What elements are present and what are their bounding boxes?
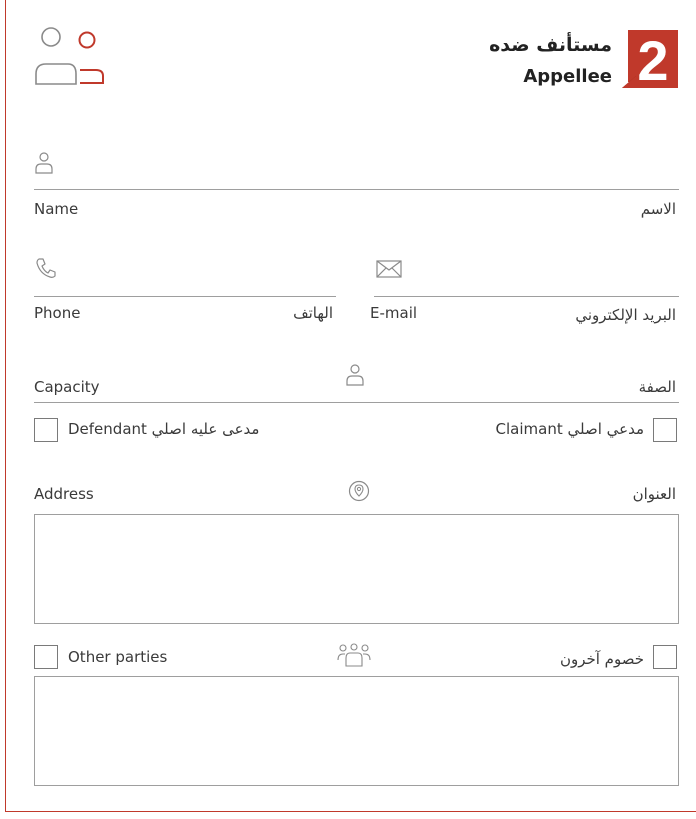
capacity-label-ar: الصفة bbox=[638, 378, 676, 396]
other-parties-checkbox-en[interactable] bbox=[34, 645, 58, 669]
person-icon bbox=[35, 152, 53, 174]
claimant-label: مدعي اصلي Claimant bbox=[495, 420, 644, 438]
section-title-ar: مستأنف ضده bbox=[489, 34, 612, 56]
name-label-ar: الاسم bbox=[640, 200, 676, 218]
name-label-en: Name bbox=[34, 200, 79, 218]
other-parties-label-ar: خصوم آخرون bbox=[559, 650, 644, 668]
defendant-checkbox[interactable] bbox=[34, 418, 58, 442]
envelope-icon bbox=[376, 260, 402, 278]
other-parties-textarea[interactable] bbox=[34, 676, 679, 786]
capacity-field-line[interactable] bbox=[34, 402, 679, 403]
capacity-person-icon bbox=[346, 364, 364, 386]
section-title-en: Appellee bbox=[523, 66, 612, 87]
section-number-badge: 2 bbox=[622, 30, 678, 88]
email-label-ar: البريد الإلكتروني bbox=[575, 306, 676, 324]
address-label-en: Address bbox=[34, 485, 94, 503]
phone-field-line[interactable] bbox=[34, 296, 336, 297]
email-field-line[interactable] bbox=[374, 296, 679, 297]
phone-label-en: Phone bbox=[34, 304, 81, 322]
other-parties-checkbox-ar[interactable] bbox=[653, 645, 677, 669]
phone-label-ar: الهاتف bbox=[293, 304, 333, 322]
parties-icon bbox=[34, 26, 108, 88]
defendant-label: مدعى عليه اصلي Defendant bbox=[68, 420, 260, 438]
location-pin-icon bbox=[348, 480, 370, 502]
group-icon bbox=[337, 643, 371, 667]
address-textarea[interactable] bbox=[34, 514, 679, 624]
section-number: 2 bbox=[637, 30, 668, 88]
address-label-ar: العنوان bbox=[632, 485, 676, 503]
name-field-line[interactable] bbox=[34, 189, 679, 190]
other-parties-label-en: Other parties bbox=[68, 648, 168, 666]
capacity-label-en: Capacity bbox=[34, 378, 100, 396]
claimant-checkbox[interactable] bbox=[653, 418, 677, 442]
phone-icon bbox=[35, 257, 57, 279]
email-label-en: E-mail bbox=[370, 304, 418, 322]
